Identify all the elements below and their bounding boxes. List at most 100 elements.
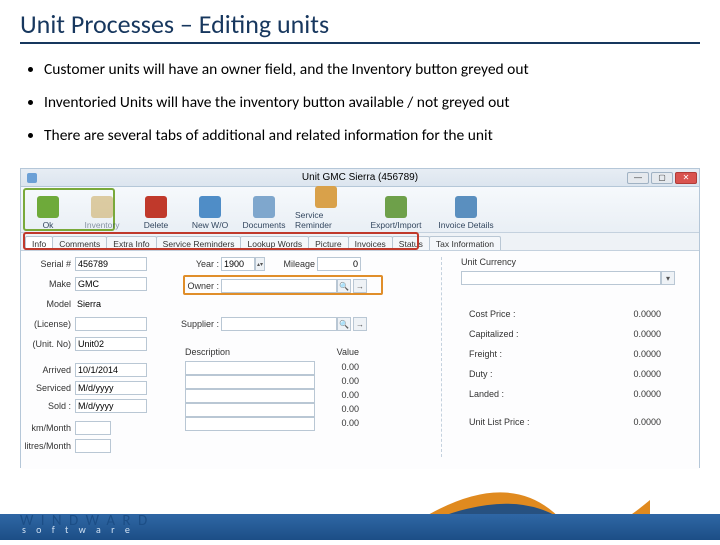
inventory-icon [91, 196, 113, 218]
export-import-icon [385, 196, 407, 218]
toolbar-new-w-o-button[interactable]: New W/O [187, 196, 233, 230]
currency-label: Unit Currency [461, 257, 516, 267]
kmmonth-input[interactable] [75, 421, 111, 435]
unitno-label: (Unit. No) [21, 339, 71, 349]
arrived-input[interactable]: 10/1/2014 [75, 363, 147, 377]
mileage-label: Mileage [275, 259, 315, 269]
divider [441, 257, 442, 457]
year-input[interactable]: 1900 [221, 257, 255, 271]
model-value: Sierra [75, 297, 147, 311]
toolbar-delete-button[interactable]: Delete [133, 196, 179, 230]
kmmonth-label: km/Month [13, 423, 71, 433]
freight-value: 0.0000 [601, 349, 661, 359]
serial-input[interactable]: 456789 [75, 257, 147, 271]
toolbar-documents-button[interactable]: Documents [241, 196, 287, 230]
new-w-o-icon [199, 196, 221, 218]
tab-comments[interactable]: Comments [52, 236, 107, 250]
toolbar-label: New W/O [192, 220, 228, 230]
toolbar-export-import-button[interactable]: Export/Import [365, 196, 427, 230]
desc-header: Description [185, 347, 239, 357]
owner-search-icon[interactable]: 🔍 [337, 279, 351, 293]
value-row-1: 0.00 [321, 376, 359, 386]
owner-label: Owner : [181, 281, 219, 291]
currency-select[interactable] [461, 271, 661, 285]
currency-dropdown-icon[interactable]: ▾ [661, 271, 675, 285]
list-value: 0.0000 [601, 417, 661, 427]
tab-service-reminders[interactable]: Service Reminders [156, 236, 242, 250]
tab-picture[interactable]: Picture [308, 236, 348, 250]
model-label: Model [21, 299, 71, 309]
toolbar-label: Service Reminder [295, 210, 357, 230]
tab-extra-info[interactable]: Extra Info [106, 236, 156, 250]
arrived-label: Arrived [21, 365, 71, 375]
duty-label: Duty : [469, 369, 493, 379]
make-input[interactable]: GMC [75, 277, 147, 291]
license-label: (License) [21, 319, 71, 329]
year-spinner[interactable]: ▴▾ [255, 257, 265, 271]
cost-value: 0.0000 [601, 309, 661, 319]
tab-tax-information[interactable]: Tax Information [429, 236, 501, 250]
serial-label: Serial # [21, 259, 71, 269]
owner-go-icon[interactable]: → [353, 279, 367, 293]
supplier-input[interactable] [221, 317, 337, 331]
year-label: Year : [189, 259, 219, 269]
slide-title: Unit Processes – Editing units [20, 8, 700, 44]
toolbar: OkInventoryDeleteNew W/ODocumentsService… [21, 187, 699, 233]
litres-input[interactable] [75, 439, 111, 453]
service-reminder-icon [315, 186, 337, 208]
toolbar-service-reminder-button[interactable]: Service Reminder [295, 186, 357, 230]
documents-icon [253, 196, 275, 218]
toolbar-label: Export/Import [370, 220, 421, 230]
window-title: Unit GMC Sierra (456789) [21, 172, 699, 183]
supplier-label: Supplier : [175, 319, 219, 329]
toolbar-label: Documents [243, 220, 286, 230]
duty-value: 0.0000 [601, 369, 661, 379]
desc-row-2[interactable] [185, 389, 315, 403]
cost-label: Cost Price : [469, 309, 516, 319]
desc-row-0[interactable] [185, 361, 315, 375]
supplier-go-icon[interactable]: → [353, 317, 367, 331]
bullet-3: There are several tabs of additional and… [44, 126, 700, 145]
list-label: Unit List Price : [469, 417, 530, 427]
mileage-input[interactable]: 0 [317, 257, 361, 271]
bullet-1: Customer units will have an owner field,… [44, 60, 700, 79]
sold-input[interactable]: M/d/yyyy [75, 399, 147, 413]
cap-label: Capitalized : [469, 329, 519, 339]
unit-editor-window: Unit GMC Sierra (456789) — ▢ ✕ OkInvento… [20, 168, 700, 468]
cap-value: 0.0000 [601, 329, 661, 339]
ok-icon [37, 196, 59, 218]
titlebar[interactable]: Unit GMC Sierra (456789) — ▢ ✕ [21, 169, 699, 187]
desc-row-1[interactable] [185, 375, 315, 389]
value-row-0: 0.00 [321, 362, 359, 372]
serviced-label: Serviced [21, 383, 71, 393]
freight-label: Freight : [469, 349, 502, 359]
tab-status[interactable]: Status [392, 236, 430, 250]
desc-row-3[interactable] [185, 403, 315, 417]
slide-footer: W I N D W A R D s o f t w a r e [0, 484, 720, 540]
bullet-2: Inventoried Units will have the inventor… [44, 93, 700, 112]
landed-value: 0.0000 [601, 389, 661, 399]
value-header: Value [321, 347, 359, 357]
landed-label: Landed : [469, 389, 504, 399]
toolbar-label: Invoice Details [438, 220, 493, 230]
sold-label: Sold : [21, 401, 71, 411]
bullets: Customer units will have an owner field,… [20, 60, 700, 145]
license-input[interactable] [75, 317, 147, 331]
tab-invoices[interactable]: Invoices [348, 236, 393, 250]
brand-sub: s o f t w a r e [22, 523, 134, 536]
serviced-input[interactable]: M/d/yyyy [75, 381, 147, 395]
toolbar-invoice-details-button[interactable]: Invoice Details [435, 196, 497, 230]
tab-lookup-words[interactable]: Lookup Words [240, 236, 309, 250]
desc-row-4[interactable] [185, 417, 315, 431]
tabrow: InfoCommentsExtra InfoService RemindersL… [21, 233, 699, 251]
value-row-3: 0.00 [321, 404, 359, 414]
toolbar-label: Delete [144, 220, 169, 230]
tab-info[interactable]: Info [25, 236, 53, 250]
toolbar-label: Ok [43, 220, 54, 230]
toolbar-ok-button[interactable]: Ok [25, 196, 71, 230]
supplier-search-icon[interactable]: 🔍 [337, 317, 351, 331]
litres-label: litres/Month [13, 441, 71, 451]
unitno-input[interactable]: Unit02 [75, 337, 147, 351]
owner-input[interactable] [221, 279, 337, 293]
make-label: Make [21, 279, 71, 289]
